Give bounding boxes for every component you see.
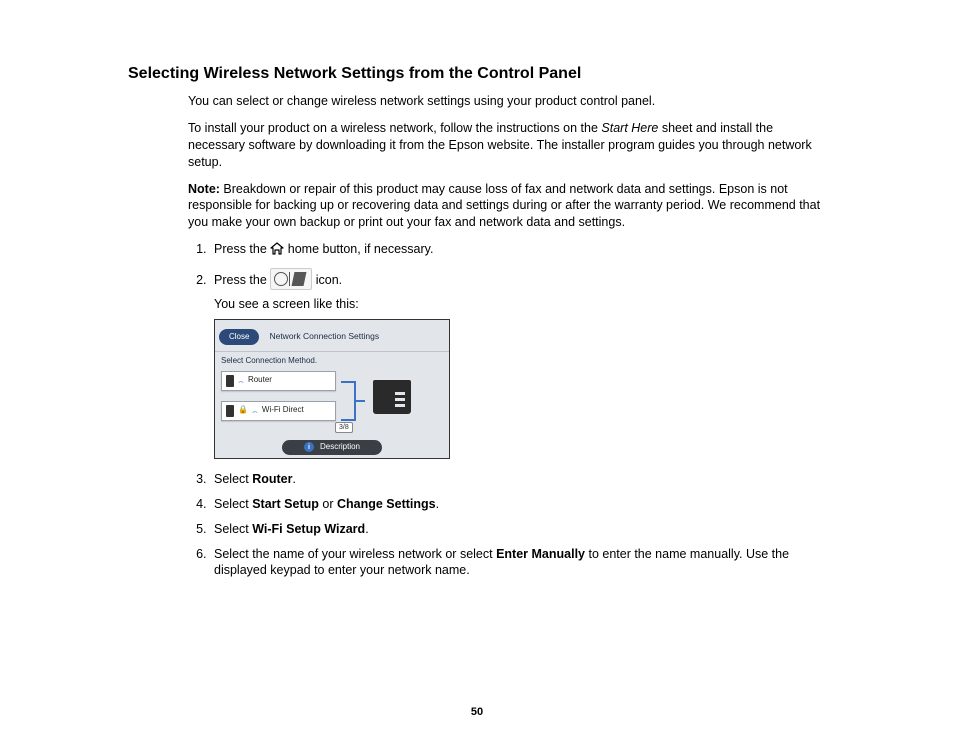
step-6-enter-manually: Enter Manually: [496, 547, 585, 561]
connector-lines: [341, 378, 365, 424]
page-title: Selecting Wireless Network Settings from…: [128, 65, 826, 83]
screenshot-header: Close Network Connection Settings: [215, 320, 449, 352]
step-4-text-b: .: [436, 497, 439, 511]
intro-p2: To install your product on a wireless ne…: [188, 120, 826, 171]
wifi-icon: ⌢: [252, 405, 258, 417]
home-icon: [270, 242, 284, 260]
step-4-start: Start Setup: [252, 497, 319, 511]
step-6: Select the name of your wireless network…: [210, 546, 826, 580]
note-text: Breakdown or repair of this product may …: [188, 182, 820, 230]
wifi-icon: ⌢: [238, 375, 244, 387]
note-paragraph: Note: Breakdown or repair of this produc…: [188, 181, 826, 232]
screenshot-body: Select Connection Method. ⌢ Router 🔒 ⌢ W…: [215, 352, 449, 446]
step-4-text-a: Select: [214, 497, 252, 511]
step-2-text-a: Press the: [214, 273, 270, 287]
wifi-direct-option[interactable]: 🔒 ⌢ Wi-Fi Direct: [221, 401, 336, 421]
step-1-text-b: home button, if necessary.: [284, 242, 433, 256]
printer-icon: [371, 378, 413, 418]
page-number: 50: [0, 706, 954, 718]
network-status-icon: [270, 268, 312, 290]
description-label: Description: [320, 442, 360, 453]
page-indicator-badge: 3/8: [335, 422, 353, 433]
screenshot-title: Network Connection Settings: [269, 331, 379, 342]
step-3-text-b: .: [293, 472, 296, 486]
step-4-change: Change Settings: [337, 497, 436, 511]
device-icon: [226, 375, 234, 387]
step-2-text-b: icon.: [312, 273, 342, 287]
step-4-mid: or: [319, 497, 337, 511]
step-5-text-a: Select: [214, 522, 252, 536]
intro-p1: You can select or change wireless networ…: [188, 93, 826, 110]
start-here-ref: Start Here: [601, 121, 658, 135]
device-icon: [226, 405, 234, 417]
close-button[interactable]: Close: [219, 329, 259, 345]
step-3-text-a: Select: [214, 472, 252, 486]
step-2-sub: You see a screen like this:: [214, 296, 826, 313]
intro-block: You can select or change wireless networ…: [188, 93, 826, 579]
select-method-label: Select Connection Method.: [221, 356, 443, 367]
note-label: Note:: [188, 182, 220, 196]
step-5-text-b: .: [365, 522, 368, 536]
description-button[interactable]: i Description: [282, 440, 382, 455]
step-3: Select Router.: [210, 471, 826, 488]
lock-icon: 🔒: [238, 405, 248, 416]
router-option[interactable]: ⌢ Router: [221, 371, 336, 391]
intro-p2a: To install your product on a wireless ne…: [188, 121, 601, 135]
step-5: Select Wi-Fi Setup Wizard.: [210, 521, 826, 538]
step-4: Select Start Setup or Change Settings.: [210, 496, 826, 513]
step-2: Press the icon. You see a screen like th…: [210, 268, 826, 459]
manual-page: Selecting Wireless Network Settings from…: [0, 0, 954, 738]
router-label: Router: [248, 375, 272, 386]
step-3-router: Router: [252, 472, 292, 486]
screenshot-network-settings: Close Network Connection Settings Select…: [214, 319, 450, 459]
step-1-text-a: Press the: [214, 242, 270, 256]
step-6-text-a: Select the name of your wireless network…: [214, 547, 496, 561]
wifi-direct-label: Wi-Fi Direct: [262, 405, 304, 416]
info-icon: i: [304, 442, 314, 452]
step-5-wizard: Wi-Fi Setup Wizard: [252, 522, 365, 536]
steps-list: Press the home button, if necessary. Pre…: [188, 241, 826, 579]
step-1: Press the home button, if necessary.: [210, 241, 826, 260]
